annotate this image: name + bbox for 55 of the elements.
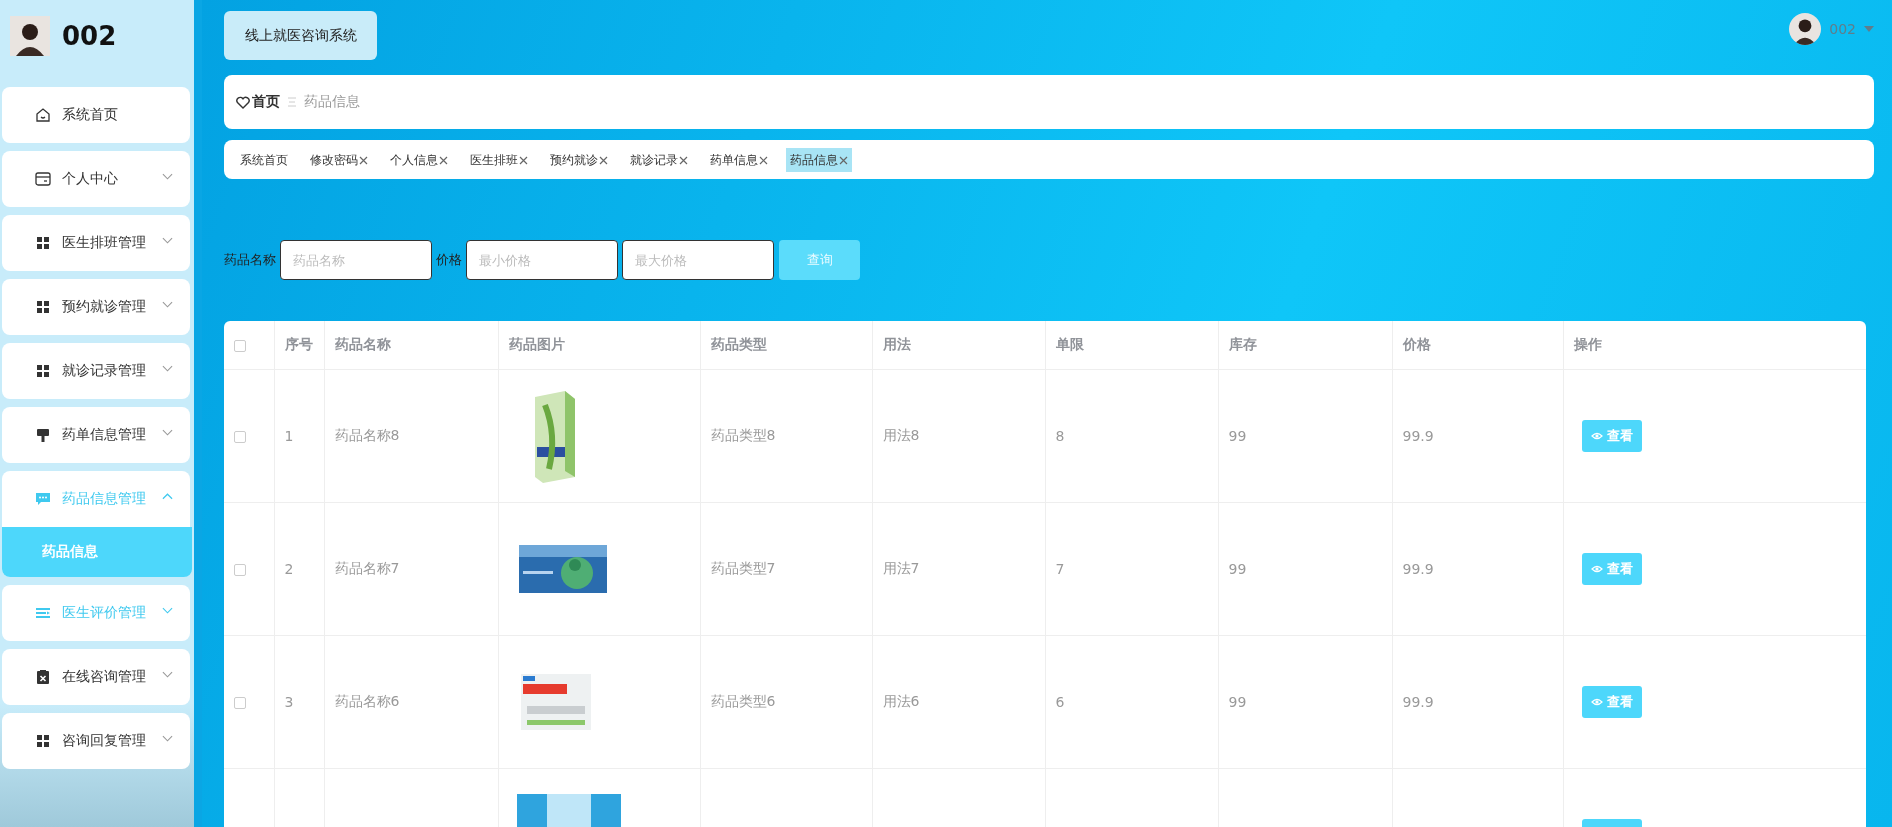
table-cell: 99 <box>1218 369 1392 503</box>
tab[interactable]: 个人信息 <box>386 148 452 172</box>
menu-item[interactable]: 系统首页 <box>2 87 190 143</box>
table-cell: 1 <box>274 369 324 503</box>
column-header: 用法 <box>872 321 1045 370</box>
menu-item[interactable]: 咨询回复管理 <box>2 713 190 769</box>
table-cell: 99 <box>1218 502 1392 636</box>
column-header: 库存 <box>1218 321 1392 370</box>
table-cell: 药品类型6 <box>700 635 872 769</box>
table-cell: 99.9 <box>1392 635 1563 769</box>
table-cell: 8 <box>1045 369 1218 503</box>
breadcrumb-link[interactable]: 首页 <box>236 93 280 111</box>
table-cell: 药品名称7 <box>324 502 498 636</box>
table-cell: 药品名称6 <box>324 635 498 769</box>
column-header: 药品图片 <box>498 321 700 370</box>
breadcrumb-current: 药品信息 <box>304 93 360 111</box>
table-cell: 6 <box>1045 635 1218 769</box>
column-header: 药品类型 <box>700 321 872 370</box>
field-label: 价格 <box>436 251 462 269</box>
min-price-field[interactable]: 最小价格 <box>466 240 618 280</box>
table-cell: 药品名称8 <box>324 369 498 503</box>
column-header: 药品名称 <box>324 321 498 370</box>
table-cell: 药品类型7 <box>700 502 872 636</box>
table-cell: 2 <box>274 502 324 636</box>
tab[interactable]: 预约就诊 <box>546 148 612 172</box>
menu-item[interactable]: 药单信息管理 <box>2 407 190 463</box>
menu-item[interactable]: 就诊记录管理 <box>2 343 190 399</box>
field-label: 药品名称 <box>224 251 276 269</box>
max-price-field[interactable]: 最大价格 <box>622 240 774 280</box>
table-cell: 用法8 <box>872 369 1045 503</box>
table-cell: 药品类型8 <box>700 369 872 503</box>
column-header: 价格 <box>1392 321 1563 370</box>
menu-item[interactable]: 医生排班管理 <box>2 215 190 271</box>
column-header: 操作 <box>1563 321 1866 370</box>
tab[interactable]: 药品信息 <box>786 148 852 172</box>
tab[interactable]: 医生排班 <box>466 148 532 172</box>
tab[interactable]: 就诊记录 <box>626 148 692 172</box>
system-title[interactable]: 线上就医咨询系统 <box>224 11 377 60</box>
name-field[interactable]: 药品名称 <box>280 240 432 280</box>
table-cell: 99.9 <box>1392 369 1563 503</box>
column-header: 序号 <box>274 321 324 370</box>
table-cell: 99 <box>1218 635 1392 769</box>
tab[interactable]: 药单信息 <box>706 148 772 172</box>
menu-item[interactable]: 个人中心 <box>2 151 190 207</box>
column-header: 单限 <box>1045 321 1218 370</box>
table-cell: 用法6 <box>872 635 1045 769</box>
menu-item[interactable]: 预约就诊管理 <box>2 279 190 335</box>
table-cell: 7 <box>1045 502 1218 636</box>
table-cell: 3 <box>274 635 324 769</box>
user-name: 002 <box>62 21 117 51</box>
tab[interactable]: 修改密码 <box>306 148 372 172</box>
menu-item[interactable]: 在线咨询管理 <box>2 649 190 705</box>
table-cell: 用法7 <box>872 502 1045 636</box>
table-cell: 99.9 <box>1392 502 1563 636</box>
tab[interactable]: 系统首页 <box>236 148 292 172</box>
